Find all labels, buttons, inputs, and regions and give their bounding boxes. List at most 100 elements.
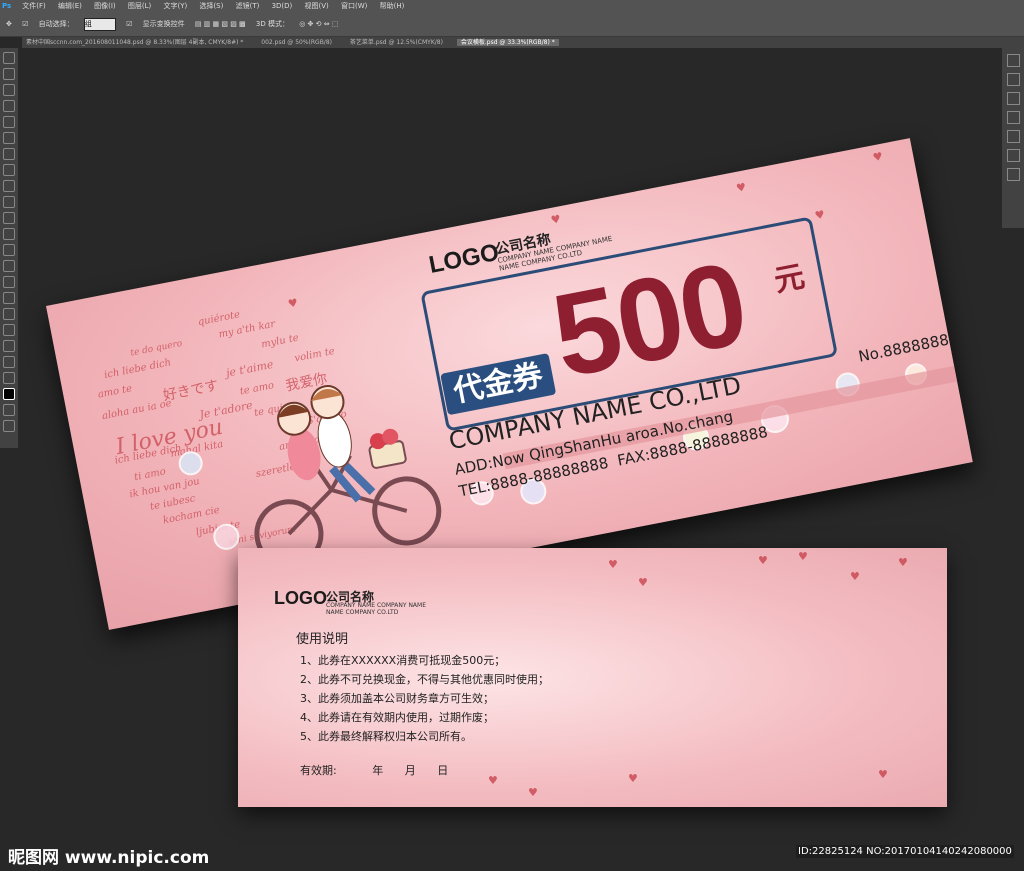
menu-file[interactable]: 文件(F) <box>22 2 46 10</box>
hanging-heart-icon: ♥ <box>798 550 808 563</box>
marquee-tool-icon[interactable] <box>3 68 15 80</box>
company-logo: LOGO <box>274 588 327 608</box>
document-tabs: 素材中国sccnn.com_201608011048.psd @ 8.33%(图… <box>22 37 1024 48</box>
tab-document-4[interactable]: 会议横板.psd @ 33.3%(RGB/8) * <box>456 39 559 46</box>
validity-period: 有效期: 年 月 日 <box>300 762 448 778</box>
tab-document-3[interactable]: 茶艺菜单.psd @ 12.5%(CMYK/8) <box>346 39 447 46</box>
heart-word: ti amo <box>133 466 167 484</box>
validity-label: 有效期: <box>300 764 337 777</box>
color-swatch-icon[interactable] <box>3 388 15 400</box>
auto-select-label: 自动选择： <box>38 20 74 28</box>
options-bar: ✥ ☑ 自动选择： 组 ☑ 显示变换控件 ▤ ▥ ▦ ▧ ▨ ▩ 3D 模式： … <box>0 12 1024 37</box>
usage-rule-1: 1、此券在XXXXXX消费可抵现金500元； <box>300 654 506 667</box>
menu-select[interactable]: 选择(S) <box>199 2 223 10</box>
auto-select-checkbox[interactable]: ☑ <box>22 20 28 28</box>
hanging-heart-icon: ♥ <box>488 774 498 787</box>
3d-mode-icons[interactable]: ◎ ✥ ⟲ ⇔ ⬚ <box>299 20 338 28</box>
collapsed-panels <box>1002 48 1024 228</box>
pen-tool-icon[interactable] <box>3 276 15 288</box>
eraser-tool-icon[interactable] <box>3 212 15 224</box>
clone-stamp-tool-icon[interactable] <box>3 180 15 192</box>
company-logo: LOGO <box>426 238 502 279</box>
lasso-tool-icon[interactable] <box>3 84 15 96</box>
shape-tool-icon[interactable] <box>3 324 15 336</box>
usage-rule-5: 5、此券最终解释权归本公司所有。 <box>300 730 472 743</box>
menu-edit[interactable]: 编辑(E) <box>58 2 82 10</box>
healing-brush-tool-icon[interactable] <box>3 148 15 160</box>
menu-image[interactable]: 图像(I) <box>94 2 116 10</box>
image-id-watermark: ID:22825124 NO:20170104140242080000 <box>796 845 1014 858</box>
menu-filter[interactable]: 滤镜(T) <box>236 2 260 10</box>
heart-word: volim te <box>293 345 336 365</box>
photoshop-app-icon[interactable]: Ps <box>0 0 20 12</box>
heart-word: ich liebe dich <box>103 357 173 382</box>
usage-rule-2: 2、此券不可兑换现金，不得与其他优惠同时使用； <box>300 673 549 686</box>
tab-document-2[interactable]: 002.psd @ 50%(RGB/8) <box>257 39 336 46</box>
nipic-watermark: 昵图网 www.nipic.com <box>8 848 210 868</box>
character-panel-icon[interactable] <box>1006 92 1020 105</box>
usage-rule-4: 4、此券请在有效期内使用，过期作废； <box>300 711 494 724</box>
quick-mask-icon[interactable] <box>3 404 15 416</box>
usage-rule-3: 3、此券须加盖本公司财务章方可生效； <box>300 692 494 705</box>
heart-word: aloha au ia oe <box>101 397 173 423</box>
company-name-en-line-2: NAME COMPANY CO.LTD <box>326 609 399 616</box>
hanging-heart-icon: ♥ <box>628 772 638 785</box>
heart-word: mylu te <box>260 332 300 351</box>
brush-tool-icon[interactable] <box>3 164 15 176</box>
hanging-heart-icon: ♥ <box>735 180 748 196</box>
heart-word: amo te <box>96 383 133 401</box>
serial-number: No.88888888 <box>856 328 960 366</box>
show-transform-checkbox[interactable]: ☑ <box>126 20 132 28</box>
heart-word: je t'aime <box>224 357 275 380</box>
hanging-heart-icon: ♥ <box>638 576 648 589</box>
validity-month: 月 <box>404 764 416 777</box>
auto-select-dropdown[interactable]: 组 <box>83 17 116 31</box>
layers-panel-icon[interactable] <box>1006 130 1020 143</box>
validity-day: 日 <box>437 764 449 777</box>
hanging-heart-icon: ♥ <box>528 786 538 799</box>
history-panel-icon[interactable] <box>1006 54 1020 67</box>
adjustments-panel-icon[interactable] <box>1006 168 1020 181</box>
tools-panel <box>0 48 19 448</box>
hanging-heart-icon: ♥ <box>878 768 888 781</box>
menu-bar: Ps 文件(F) 编辑(E) 图像(I) 图层(L) 文字(Y) 选择(S) 滤… <box>0 0 1024 12</box>
menu-help[interactable]: 帮助(H) <box>380 2 405 10</box>
hanging-heart-icon: ♥ <box>758 554 768 567</box>
hanging-heart-icon: ♥ <box>898 556 908 569</box>
hanging-heart-icon: ♥ <box>871 149 884 165</box>
voucher-back[interactable]: ♥ ♥ ♥ ♥ ♥ ♥ ♥ ♥ ♥ ♥ LOGO 公司名称 COMPANY NA… <box>238 548 947 807</box>
mode-3d-label: 3D 模式： <box>255 20 289 28</box>
usage-instructions-title: 使用说明 <box>296 632 349 647</box>
menu-window[interactable]: 窗口(W) <box>341 2 367 10</box>
align-icons[interactable]: ▤ ▥ ▦ ▧ ▨ ▩ <box>195 20 246 28</box>
screen-mode-icon[interactable] <box>3 420 15 432</box>
eyedropper-tool-icon[interactable] <box>3 132 15 144</box>
hand-tool-icon[interactable] <box>3 340 15 352</box>
blur-tool-icon[interactable] <box>3 244 15 256</box>
menu-layer[interactable]: 图层(L) <box>128 2 151 10</box>
tab-document-1[interactable]: 素材中国sccnn.com_201608011048.psd @ 8.33%(图… <box>22 39 247 46</box>
type-tool-icon[interactable] <box>3 292 15 304</box>
move-tool-icon[interactable]: ✥ <box>6 20 12 28</box>
channels-panel-icon[interactable] <box>1006 149 1020 162</box>
paragraph-panel-icon[interactable] <box>1006 111 1020 124</box>
move-tool-icon[interactable] <box>3 52 15 64</box>
quick-select-tool-icon[interactable] <box>3 100 15 112</box>
gradient-tool-icon[interactable] <box>3 228 15 240</box>
more-tools-icon[interactable] <box>3 372 15 384</box>
menu-type[interactable]: 文字(Y) <box>163 2 187 10</box>
crop-tool-icon[interactable] <box>3 116 15 128</box>
hanging-heart-icon: ♥ <box>813 207 826 223</box>
zoom-tool-icon[interactable] <box>3 356 15 368</box>
validity-year: 年 <box>372 764 384 777</box>
dodge-tool-icon[interactable] <box>3 260 15 272</box>
history-brush-tool-icon[interactable] <box>3 196 15 208</box>
show-transform-label: 显示变换控件 <box>142 20 185 28</box>
path-select-tool-icon[interactable] <box>3 308 15 320</box>
properties-panel-icon[interactable] <box>1006 73 1020 86</box>
heart-word: te do quero <box>129 338 184 359</box>
menu-view[interactable]: 视图(V) <box>305 2 329 10</box>
menu-3d[interactable]: 3D(D) <box>272 2 293 10</box>
company-name-en-line-1: COMPANY NAME COMPANY NAME <box>326 602 427 609</box>
company-name-en: COMPANY NAME COMPANY NAME NAME COMPANY C… <box>326 602 426 616</box>
